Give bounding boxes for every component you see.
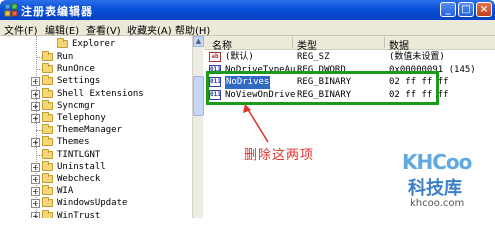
column-header-name[interactable]: 名称	[212, 37, 232, 52]
registry-editor-icon	[4, 3, 18, 17]
tree-item-label: Explorer	[72, 39, 116, 49]
watermark-url: khcoo.com	[410, 198, 465, 209]
folder-icon	[42, 75, 53, 86]
close-button[interactable]: ×	[476, 2, 492, 17]
annotation-text: 删除这两项	[244, 148, 315, 163]
scroll-thumb[interactable]	[193, 76, 204, 116]
menu-view[interactable]: 查看(V)	[86, 22, 121, 37]
tree-item-label: Syncmgr	[57, 100, 95, 111]
minimize-button[interactable]: _	[440, 2, 456, 17]
tree-item-uninstall[interactable]: + Uninstall	[0, 160, 192, 173]
menu-file[interactable]: 文件(F)	[4, 22, 38, 37]
menu-edit[interactable]: 编辑(E)	[45, 22, 79, 37]
folder-icon	[42, 160, 53, 171]
folder-icon	[42, 87, 53, 98]
tree-item-label: ThemeManager	[57, 125, 123, 136]
tree-item-label: Telephony	[57, 113, 106, 123]
registry-key-tree[interactable]: Explorer Run RunOnce + Settings + Shell Exten…	[0, 36, 203, 218]
tree-item-label: Run	[57, 52, 74, 62]
tree-item-webcheck[interactable]: + Webcheck	[0, 173, 192, 185]
folder-icon	[42, 112, 53, 122]
tree-item-telephony[interactable]: + Telephony	[0, 112, 192, 124]
column-header-data[interactable]: 数据	[389, 37, 409, 52]
folder-icon	[42, 185, 53, 196]
list-header: 名称 类型 数据	[204, 36, 495, 52]
watermark-logo: KHCoo	[402, 150, 472, 174]
folder-icon	[42, 197, 53, 208]
folder-open-icon	[57, 38, 68, 48]
tree-item-explorer[interactable]: Explorer	[0, 38, 192, 50]
folder-icon	[42, 124, 53, 135]
column-divider[interactable]	[384, 37, 385, 48]
menu-favorites[interactable]: 收藏夹(A)	[127, 22, 172, 37]
folder-icon	[42, 173, 53, 183]
tree-item-label: WIA	[57, 186, 74, 197]
value-data: (数值未设置)	[389, 52, 445, 62]
annotation-highlight-box	[206, 71, 439, 105]
maximize-button[interactable]: □	[458, 2, 474, 17]
folder-icon	[42, 148, 53, 159]
tree-item-label: Webcheck	[57, 174, 101, 184]
value-name: (默认)	[225, 52, 254, 62]
string-value-icon: ab	[209, 52, 221, 62]
window-title: 注册表编辑器	[21, 5, 93, 18]
watermark-name: 科技库	[408, 178, 462, 199]
tree-item-runonce[interactable]: RunOnce	[0, 63, 192, 75]
tree-item-thememanager[interactable]: ThemeManager	[0, 124, 192, 136]
list-row[interactable]: ab (默认) REG_SZ (数值未设置)	[204, 51, 495, 64]
tree-item-label: Uninstall	[57, 161, 106, 172]
tree-item-label: Themes	[57, 137, 90, 148]
tree-item-wintrust[interactable]: + WinTrust	[0, 209, 192, 218]
tree-item-label: RunOnce	[57, 64, 95, 75]
tree-item-run[interactable]: Run	[0, 51, 192, 63]
tree-item-wia[interactable]: + WIA	[0, 185, 192, 197]
column-divider[interactable]	[292, 37, 293, 48]
folder-icon	[42, 63, 53, 74]
folder-icon	[42, 51, 53, 61]
tree-item-tintlgnt[interactable]: TINTLGNT	[0, 148, 192, 161]
tree-item-themes[interactable]: + Themes	[0, 136, 192, 148]
tree-item-settings[interactable]: + Settings	[0, 75, 192, 87]
scroll-up-arrow-icon[interactable]: ▲	[193, 36, 204, 47]
column-header-type[interactable]: 类型	[297, 37, 317, 52]
tree-item-syncmgr[interactable]: + Syncmgr	[0, 99, 192, 112]
menu-help[interactable]: 帮助(H)	[175, 22, 210, 37]
tree-scrollbar[interactable]: ▲	[192, 36, 204, 218]
tree-item-label: TINTLGNT	[57, 149, 101, 160]
value-type: REG_SZ	[297, 52, 330, 62]
tree-item-shell-extensions[interactable]: + Shell Extensions	[0, 87, 192, 100]
tree-item-label: WinTrust	[57, 210, 101, 218]
watermark: KHCoo 科技库 khcoo.com	[398, 150, 495, 218]
folder-icon	[42, 136, 53, 147]
tree-connector-line	[36, 36, 37, 218]
menu-bar: 文件(F) 编辑(E) 查看(V) 收藏夹(A) 帮助(H)	[0, 20, 495, 37]
title-bar: 注册表编辑器 _ □ ×	[0, 0, 495, 20]
tree-item-label: WindowsUpdate	[57, 198, 128, 209]
folder-icon	[42, 99, 53, 110]
tree-item-label: Shell Extensions	[57, 88, 144, 99]
folder-icon	[42, 209, 53, 218]
tree-item-windowsupdate[interactable]: + WindowsUpdate	[0, 197, 192, 209]
tree-item-label: Settings	[57, 76, 101, 87]
